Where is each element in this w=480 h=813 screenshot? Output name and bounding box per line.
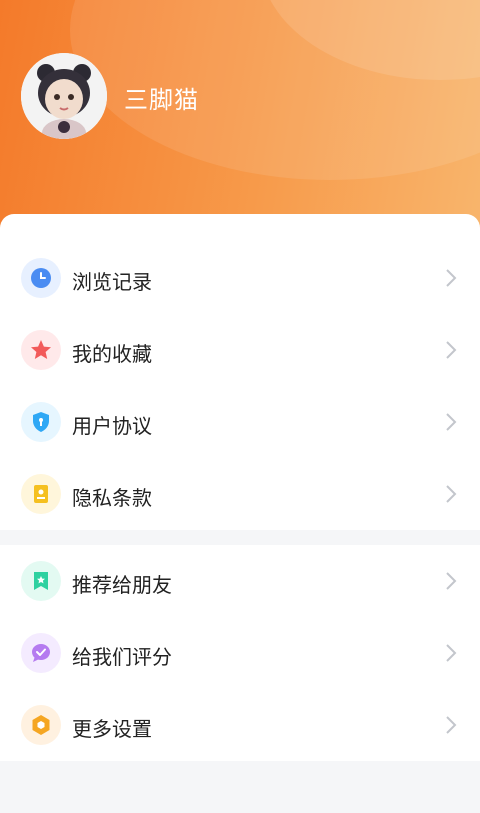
shield-icon bbox=[21, 402, 61, 442]
chevron-right-icon bbox=[444, 643, 458, 667]
menu-item-favorites[interactable]: 我的收藏 bbox=[0, 314, 480, 386]
document-icon bbox=[21, 474, 61, 514]
chat-check-icon bbox=[21, 633, 61, 673]
clock-icon bbox=[21, 258, 61, 298]
menu-item-label: 浏览记录 bbox=[72, 270, 152, 294]
chevron-right-icon bbox=[444, 571, 458, 595]
chevron-right-icon bbox=[444, 340, 458, 364]
menu-item-label: 隐私条款 bbox=[72, 486, 152, 510]
menu-item-recommend-friends[interactable]: 推荐给朋友 bbox=[0, 545, 480, 617]
chevron-right-icon bbox=[444, 412, 458, 436]
menu-item-privacy-terms[interactable]: 隐私条款 bbox=[0, 458, 480, 530]
chevron-right-icon bbox=[444, 715, 458, 739]
chevron-right-icon bbox=[444, 268, 458, 292]
menu-item-rate-us[interactable]: 给我们评分 bbox=[0, 617, 480, 689]
bookmark-star-icon bbox=[21, 561, 61, 601]
menu-item-label: 更多设置 bbox=[72, 717, 152, 741]
profile-header: 三脚猫 bbox=[0, 0, 480, 240]
username: 三脚猫 bbox=[124, 86, 199, 114]
menu-item-label: 用户协议 bbox=[72, 414, 152, 438]
star-icon bbox=[21, 330, 61, 370]
hexagon-settings-icon bbox=[21, 705, 61, 745]
menu-card-primary: 浏览记录 我的收藏 用户协议 隐私条款 bbox=[0, 214, 480, 530]
menu-item-label: 推荐给朋友 bbox=[72, 573, 172, 597]
menu-item-label: 给我们评分 bbox=[72, 645, 172, 669]
menu-card-secondary: 推荐给朋友 给我们评分 更多设置 bbox=[0, 545, 480, 761]
avatar[interactable] bbox=[21, 53, 107, 139]
menu-item-browse-history[interactable]: 浏览记录 bbox=[0, 242, 480, 314]
menu-item-more-settings[interactable]: 更多设置 bbox=[0, 689, 480, 761]
menu-item-user-agreement[interactable]: 用户协议 bbox=[0, 386, 480, 458]
menu-item-label: 我的收藏 bbox=[72, 342, 152, 366]
chevron-right-icon bbox=[444, 484, 458, 508]
